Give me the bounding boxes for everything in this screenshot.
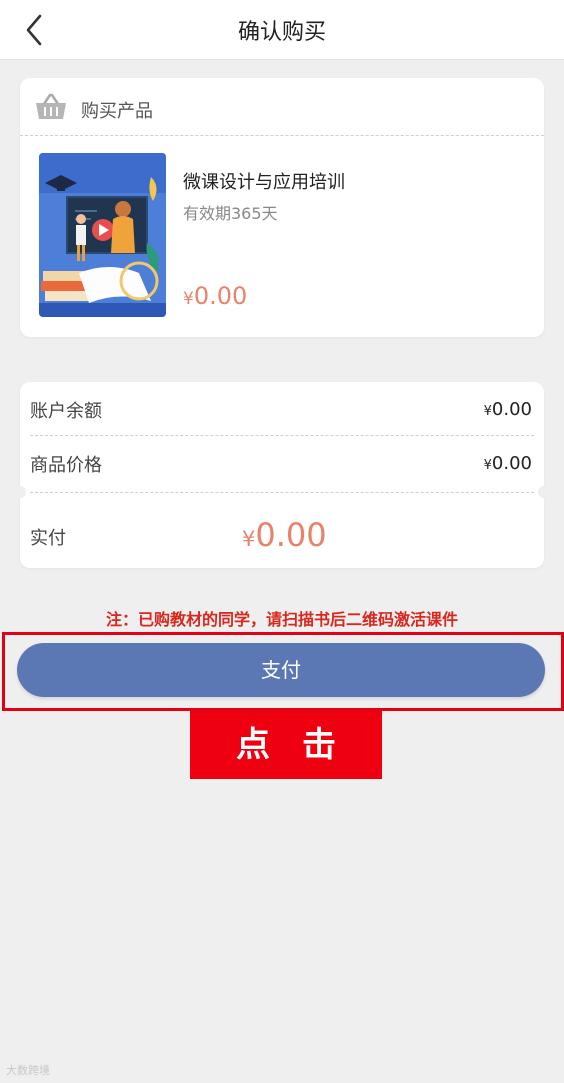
currency-symbol: ¥ — [483, 404, 492, 419]
currency-symbol: ¥ — [183, 289, 194, 309]
product-name: 微课设计与应用培训 — [183, 172, 345, 193]
balance-amount: 0.00 — [491, 399, 532, 420]
watermark: 大数跨境 — [6, 1064, 50, 1077]
price-value: ¥0.00 — [484, 453, 532, 474]
price-amount: 0.00 — [491, 453, 532, 474]
ticket-notch-right — [538, 486, 550, 498]
product-price: ¥0.00 — [183, 282, 247, 310]
currency-symbol: ¥ — [242, 527, 256, 551]
product-price-value: 0.00 — [193, 282, 248, 310]
product-section-label: 购买产品 — [81, 101, 153, 122]
pay-button[interactable]: 支付 — [17, 643, 545, 697]
page-title: 确认购买 — [237, 20, 326, 45]
course-thumbnail-image[interactable] — [39, 153, 166, 317]
price-label: 商品价格 — [30, 455, 102, 476]
order-summary-card: 账户余额 ¥0.00 商品价格 ¥0.00 实付 ¥0.00 — [14, 382, 550, 568]
product-card-header: 购买产品 — [20, 78, 544, 136]
balance-row: 账户余额 ¥0.00 — [30, 382, 534, 436]
divider — [30, 492, 534, 493]
product-card: 购买产品 微课设计与应用培训 有效期365天 ¥0.00 — [20, 78, 544, 337]
product-validity: 有效期365天 — [183, 204, 278, 223]
click-annotation: 点击 — [190, 711, 382, 779]
balance-label: 账户余额 — [30, 401, 102, 422]
price-row: 商品价格 ¥0.00 — [30, 436, 534, 490]
paid-label: 实付 — [30, 528, 66, 549]
paid-amount-value: 0.00 — [255, 516, 327, 554]
paid-amount: ¥0.00 — [242, 516, 327, 554]
activation-note: 注：已购教材的同学，请扫描书后二维码激活课件 — [105, 610, 458, 629]
basket-icon — [36, 93, 66, 119]
nav-bar: 确认购买 — [0, 0, 564, 60]
ticket-notch-left — [14, 486, 26, 498]
balance-value: ¥0.00 — [484, 399, 532, 420]
currency-symbol: ¥ — [483, 458, 492, 473]
